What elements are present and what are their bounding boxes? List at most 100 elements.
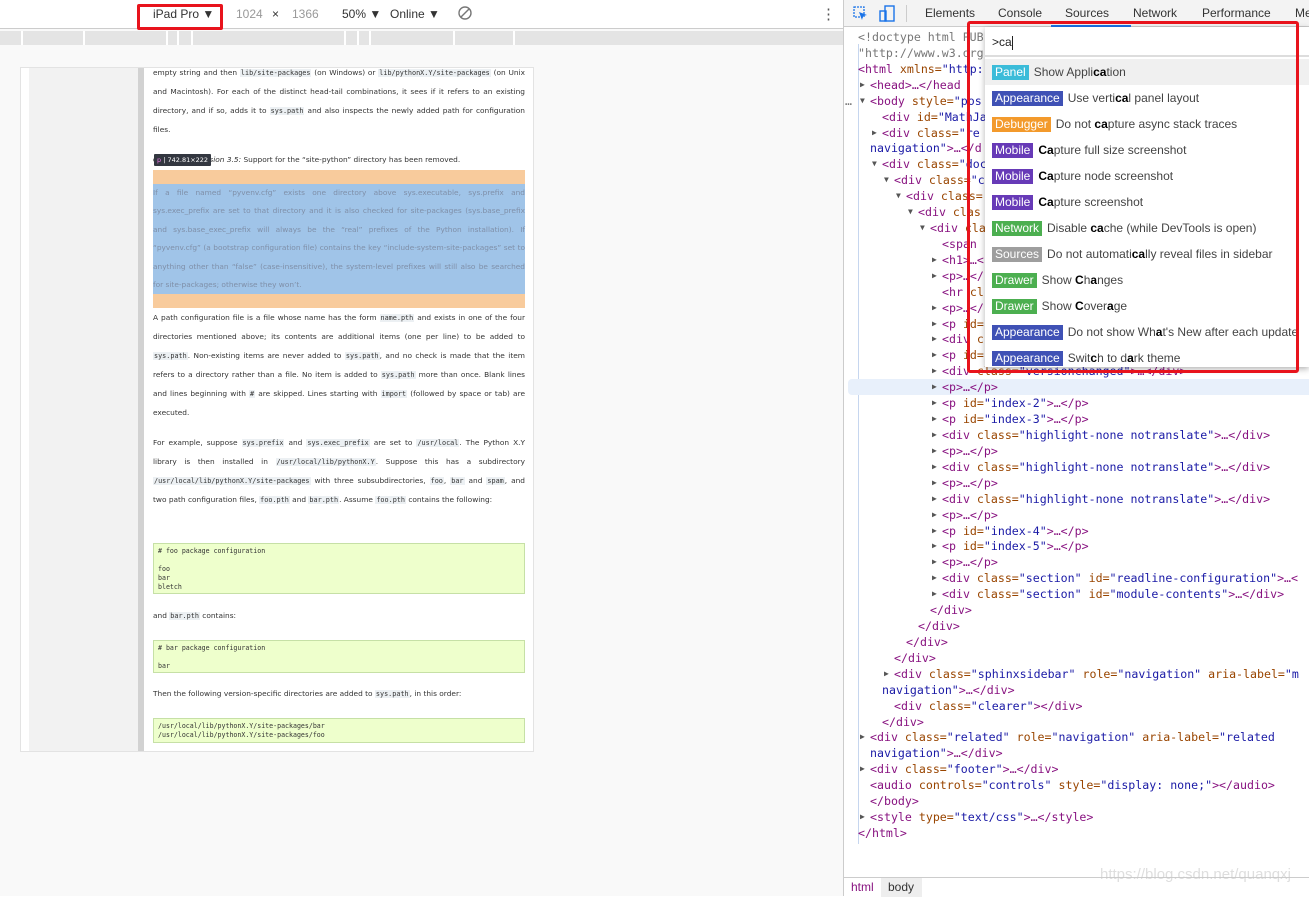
dom-node-row[interactable]: navigation">…</div>: [844, 745, 1309, 761]
node-token: <p: [942, 396, 956, 411]
expand-triangle-icon[interactable]: ▶: [932, 316, 937, 332]
media-query-ruler[interactable]: [0, 31, 843, 45]
expand-triangle-icon[interactable]: ▶: [932, 252, 937, 268]
node-token: <div: [882, 157, 910, 172]
dom-node-row[interactable]: </div>: [844, 714, 1309, 730]
dom-node-row[interactable]: ▶ <div class="sphinxsidebar" role="naviga…: [844, 666, 1309, 682]
expand-triangle-icon[interactable]: ▶: [932, 459, 937, 475]
dom-node-row[interactable]: </body>: [844, 793, 1309, 809]
node-token: ></audio>: [1212, 778, 1275, 793]
dom-node-row[interactable]: </div>: [844, 618, 1309, 634]
breadcrumb-html[interactable]: html: [851, 878, 874, 897]
node-token: <hr: [942, 284, 963, 299]
dom-node-row[interactable]: ▶ <p>…</p>: [848, 379, 1309, 396]
expand-triangle-icon[interactable]: ▶: [860, 729, 865, 745]
expand-triangle-icon[interactable]: ▶: [932, 570, 937, 586]
expand-triangle-icon[interactable]: ▶: [884, 666, 889, 682]
dom-node-row[interactable]: ▶ <p id="index-2">…</p>: [844, 395, 1309, 411]
node-token: class=: [909, 157, 959, 172]
tab-sources[interactable]: Sources: [1065, 6, 1109, 20]
dom-node-row[interactable]: ▶ <div class="highlight-none notranslate"…: [844, 427, 1309, 443]
collapse-triangle-icon[interactable]: ▼: [884, 172, 889, 188]
node-token: class=: [969, 428, 1019, 442]
collapse-triangle-icon[interactable]: ▼: [908, 204, 913, 220]
dom-node-row[interactable]: ▶ <p>…</p>: [844, 554, 1309, 570]
node-token: <head>…</head: [870, 77, 961, 92]
dom-node-row[interactable]: ▶ <div class="footer">…</div>: [844, 761, 1309, 777]
height-input[interactable]: 1366: [292, 7, 319, 21]
tab-performance[interactable]: Performance: [1202, 6, 1271, 20]
expand-triangle-icon[interactable]: ▶: [872, 125, 877, 141]
dom-node-row[interactable]: </html>: [844, 825, 1309, 841]
inline-code: spam: [486, 476, 505, 485]
expand-triangle-icon[interactable]: ▶: [860, 761, 865, 777]
dom-node-row[interactable]: ▶ <p>…</p>: [844, 475, 1309, 491]
expand-triangle-icon[interactable]: ▶: [932, 395, 937, 411]
collapse-triangle-icon[interactable]: ▼: [872, 156, 877, 172]
device-toolbar-icon[interactable]: [879, 5, 895, 25]
dom-node-row[interactable]: ▶ <p>…</p>: [844, 443, 1309, 459]
zoom-select[interactable]: 50% ▼: [342, 7, 381, 21]
node-token: class=: [969, 587, 1019, 602]
dom-node-row[interactable]: </div>: [844, 602, 1309, 618]
dom-node-row[interactable]: navigation">…</div>: [844, 682, 1309, 698]
expand-triangle-icon[interactable]: ▶: [932, 475, 937, 491]
tab-console[interactable]: Console: [998, 6, 1042, 20]
node-token: navigation": [870, 141, 947, 156]
expand-triangle-icon[interactable]: ▶: [932, 363, 937, 379]
expand-triangle-icon[interactable]: ▶: [932, 300, 937, 316]
node-token: >…</div>: [1214, 459, 1271, 474]
tab-me[interactable]: Me: [1295, 6, 1309, 20]
expand-triangle-icon[interactable]: ▶: [932, 268, 937, 284]
expand-triangle-icon[interactable]: ▶: [932, 586, 937, 602]
dom-node-row[interactable]: ▶ <div class="highlight-none notranslate"…: [844, 459, 1309, 475]
expand-triangle-icon[interactable]: ▶: [860, 77, 865, 93]
expand-triangle-icon[interactable]: ▶: [932, 523, 937, 539]
expand-triangle-icon[interactable]: ▶: [932, 411, 937, 427]
dom-node-row[interactable]: </div>: [844, 650, 1309, 666]
dom-node-row[interactable]: ▶ <div class="related" role="navigation" …: [844, 729, 1309, 745]
dom-node-row[interactable]: ▶ <p id="index-5">…</p>: [844, 538, 1309, 554]
node-token: class=: [909, 125, 959, 140]
dom-node-row[interactable]: ▶ <p>…</p>: [844, 507, 1309, 523]
expand-triangle-icon[interactable]: ▶: [932, 427, 937, 443]
expand-triangle-icon[interactable]: ▶: [932, 538, 937, 554]
node-token: "section": [1018, 571, 1082, 586]
collapse-triangle-icon[interactable]: ▼: [860, 93, 865, 109]
dom-node-row[interactable]: </div>: [844, 634, 1309, 650]
dom-node-row[interactable]: ▶ <style type="text/css">…</style>: [844, 809, 1309, 825]
inspect-element-icon[interactable]: [853, 6, 868, 24]
collapse-triangle-icon[interactable]: ▼: [896, 188, 901, 204]
more-options-icon[interactable]: ⋮: [821, 5, 836, 23]
tab-elements[interactable]: Elements: [925, 6, 975, 20]
expand-triangle-icon[interactable]: ▶: [932, 379, 937, 395]
node-token: <p>…</p>: [942, 380, 998, 395]
dom-node-row[interactable]: ▶ <div class="section" id="readline-confi…: [844, 570, 1309, 586]
dom-node-row[interactable]: ▶ <p id="index-3">…</p>: [844, 411, 1309, 427]
dom-node-row[interactable]: ▶ <div class="section" id="module-content…: [844, 586, 1309, 602]
expand-triangle-icon[interactable]: ▶: [860, 809, 865, 825]
collapse-triangle-icon[interactable]: ▼: [920, 220, 925, 236]
expand-triangle-icon[interactable]: ▶: [932, 347, 937, 363]
dom-node-row[interactable]: ▶ <div class="highlight-none notranslate"…: [844, 491, 1309, 507]
node-actions-ellipsis[interactable]: …: [845, 93, 852, 109]
node-token: <div: [942, 587, 970, 602]
node-token: "highlight-none notranslate": [1018, 491, 1215, 506]
node-token: "controls": [981, 778, 1052, 793]
dom-node-row[interactable]: ▶ <p id="index-4">…</p>: [844, 523, 1309, 539]
expand-triangle-icon[interactable]: ▶: [932, 491, 937, 507]
expand-triangle-icon[interactable]: ▶: [932, 554, 937, 570]
network-throttle-select[interactable]: Online ▼: [390, 7, 440, 21]
width-input[interactable]: 1024: [236, 7, 263, 21]
node-token: >…</p>: [1046, 396, 1089, 411]
expand-triangle-icon[interactable]: ▶: [932, 443, 937, 459]
dom-node-row[interactable]: <div class="clearer"></div>: [844, 698, 1309, 714]
node-token: "index-5": [983, 539, 1047, 554]
expand-triangle-icon[interactable]: ▶: [932, 331, 937, 347]
dom-node-row[interactable]: <audio controls="controls" style="displa…: [844, 777, 1309, 793]
expand-triangle-icon[interactable]: ▶: [932, 507, 937, 523]
breadcrumb-body[interactable]: body: [881, 878, 922, 897]
tab-network[interactable]: Network: [1133, 6, 1177, 20]
rotate-icon[interactable]: [457, 5, 473, 24]
sidebar-collapse-handle[interactable]: [138, 68, 144, 751]
